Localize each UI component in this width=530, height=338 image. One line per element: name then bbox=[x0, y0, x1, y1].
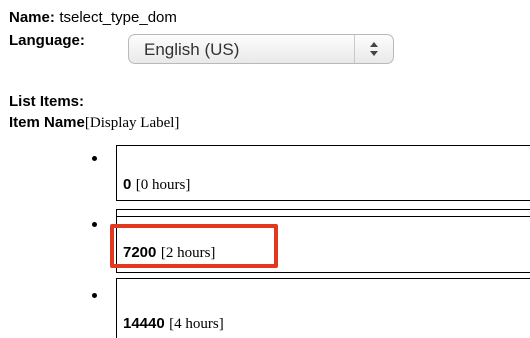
item-name-header: Item Name[Display Label] bbox=[9, 114, 179, 132]
display-label-hint: [Display Label] bbox=[84, 115, 180, 131]
name-label: Name: bbox=[9, 9, 55, 26]
divider bbox=[117, 216, 530, 217]
list-item[interactable]: 14440 [4 hours] bbox=[116, 278, 530, 338]
up-down-arrows-icon bbox=[354, 35, 393, 63]
item-display-label: [0 hours] bbox=[135, 177, 191, 193]
list-items-label: List Items: bbox=[9, 93, 85, 110]
list-item-text: 0 [0 hours] bbox=[123, 176, 190, 194]
list-item[interactable]: 0 [0 hours] bbox=[116, 145, 530, 201]
item-display-label: [4 hours] bbox=[169, 316, 224, 332]
language-select-value: English (US) bbox=[144, 40, 240, 59]
item-name-label: Item Name bbox=[9, 114, 85, 131]
highlight-box bbox=[110, 224, 278, 268]
language-select[interactable]: English (US) bbox=[128, 34, 394, 64]
bullet-icon bbox=[92, 222, 97, 227]
item-name: 14440 bbox=[123, 315, 165, 332]
bullet-icon bbox=[92, 293, 97, 298]
item-name: 0 bbox=[123, 176, 132, 193]
list-item-text: 14440 [4 hours] bbox=[123, 315, 224, 333]
bullet-icon bbox=[92, 156, 97, 161]
name-row: Name: tselect_type_dom bbox=[9, 9, 177, 27]
language-label: Language: bbox=[9, 32, 85, 49]
name-value: tselect_type_dom bbox=[59, 9, 177, 26]
